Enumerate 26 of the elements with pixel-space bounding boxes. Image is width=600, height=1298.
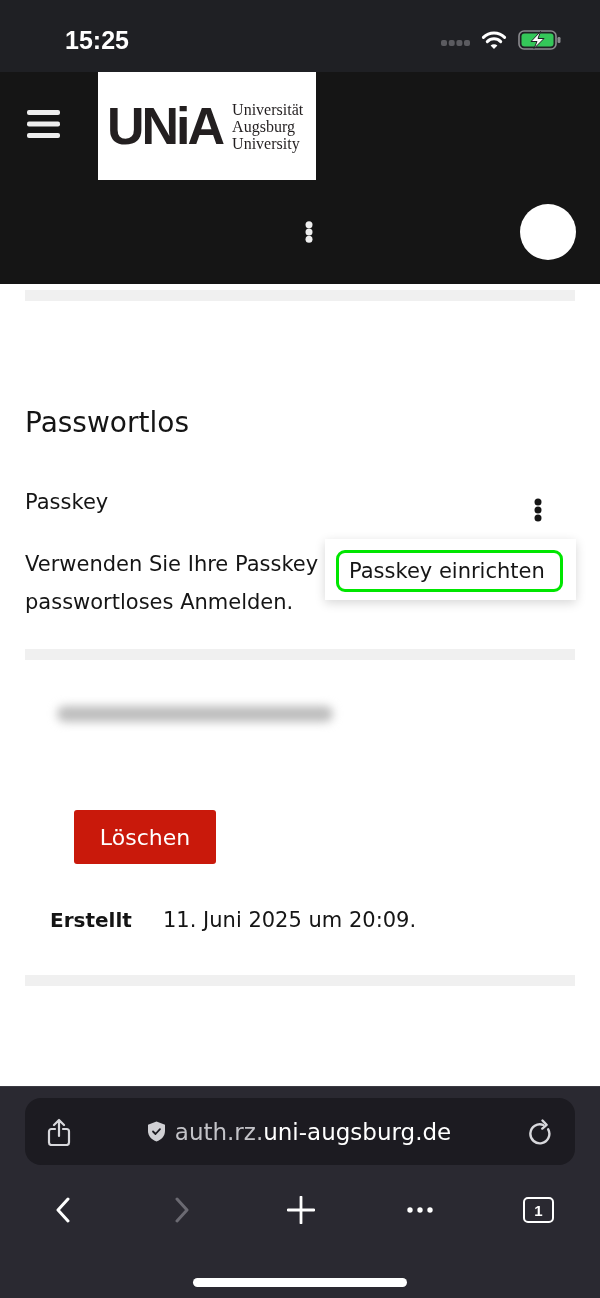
logo-mark: UNiA	[107, 100, 223, 152]
created-value: 11. Juni 2025 um 20:09.	[163, 907, 417, 934]
menu-item[interactable]: Passkey einrichten	[336, 550, 563, 592]
avatar-icon[interactable]	[520, 204, 576, 260]
item-title: Passkey	[25, 489, 109, 516]
section-title: Passwortlos	[25, 406, 189, 440]
url-text[interactable]: auth.rz.uni-augsburg.de	[174, 1116, 452, 1147]
status-time: 15:25	[65, 25, 129, 55]
more-vertical-icon[interactable]	[305, 221, 313, 243]
no-signal-icon	[441, 40, 470, 46]
description-text: Verwenden Sie Ihre Passkey passwortloses Anmelden.	[25, 551, 319, 616]
plus-icon[interactable]	[286, 1196, 315, 1224]
shield-check-icon	[146, 1121, 166, 1142]
logo-wordmark: Universität Augsburg University	[232, 100, 304, 152]
address-bar[interactable]: auth.rz.uni-augsburg.de	[25, 1098, 575, 1165]
tabs-button[interactable]: 1	[523, 1197, 554, 1223]
created-label: Erstellt	[50, 907, 132, 934]
battery-charging-icon	[518, 30, 561, 50]
chevron-left-icon[interactable]	[55, 1197, 70, 1223]
more-vertical-icon[interactable]	[534, 498, 542, 522]
more-icon[interactable]	[406, 1207, 433, 1213]
delete-button[interactable]: Löschen	[74, 810, 216, 864]
share-icon[interactable]	[47, 1117, 71, 1146]
menu-icon[interactable]	[27, 110, 60, 138]
reload-icon[interactable]	[527, 1118, 553, 1145]
wifi-icon	[481, 30, 507, 50]
